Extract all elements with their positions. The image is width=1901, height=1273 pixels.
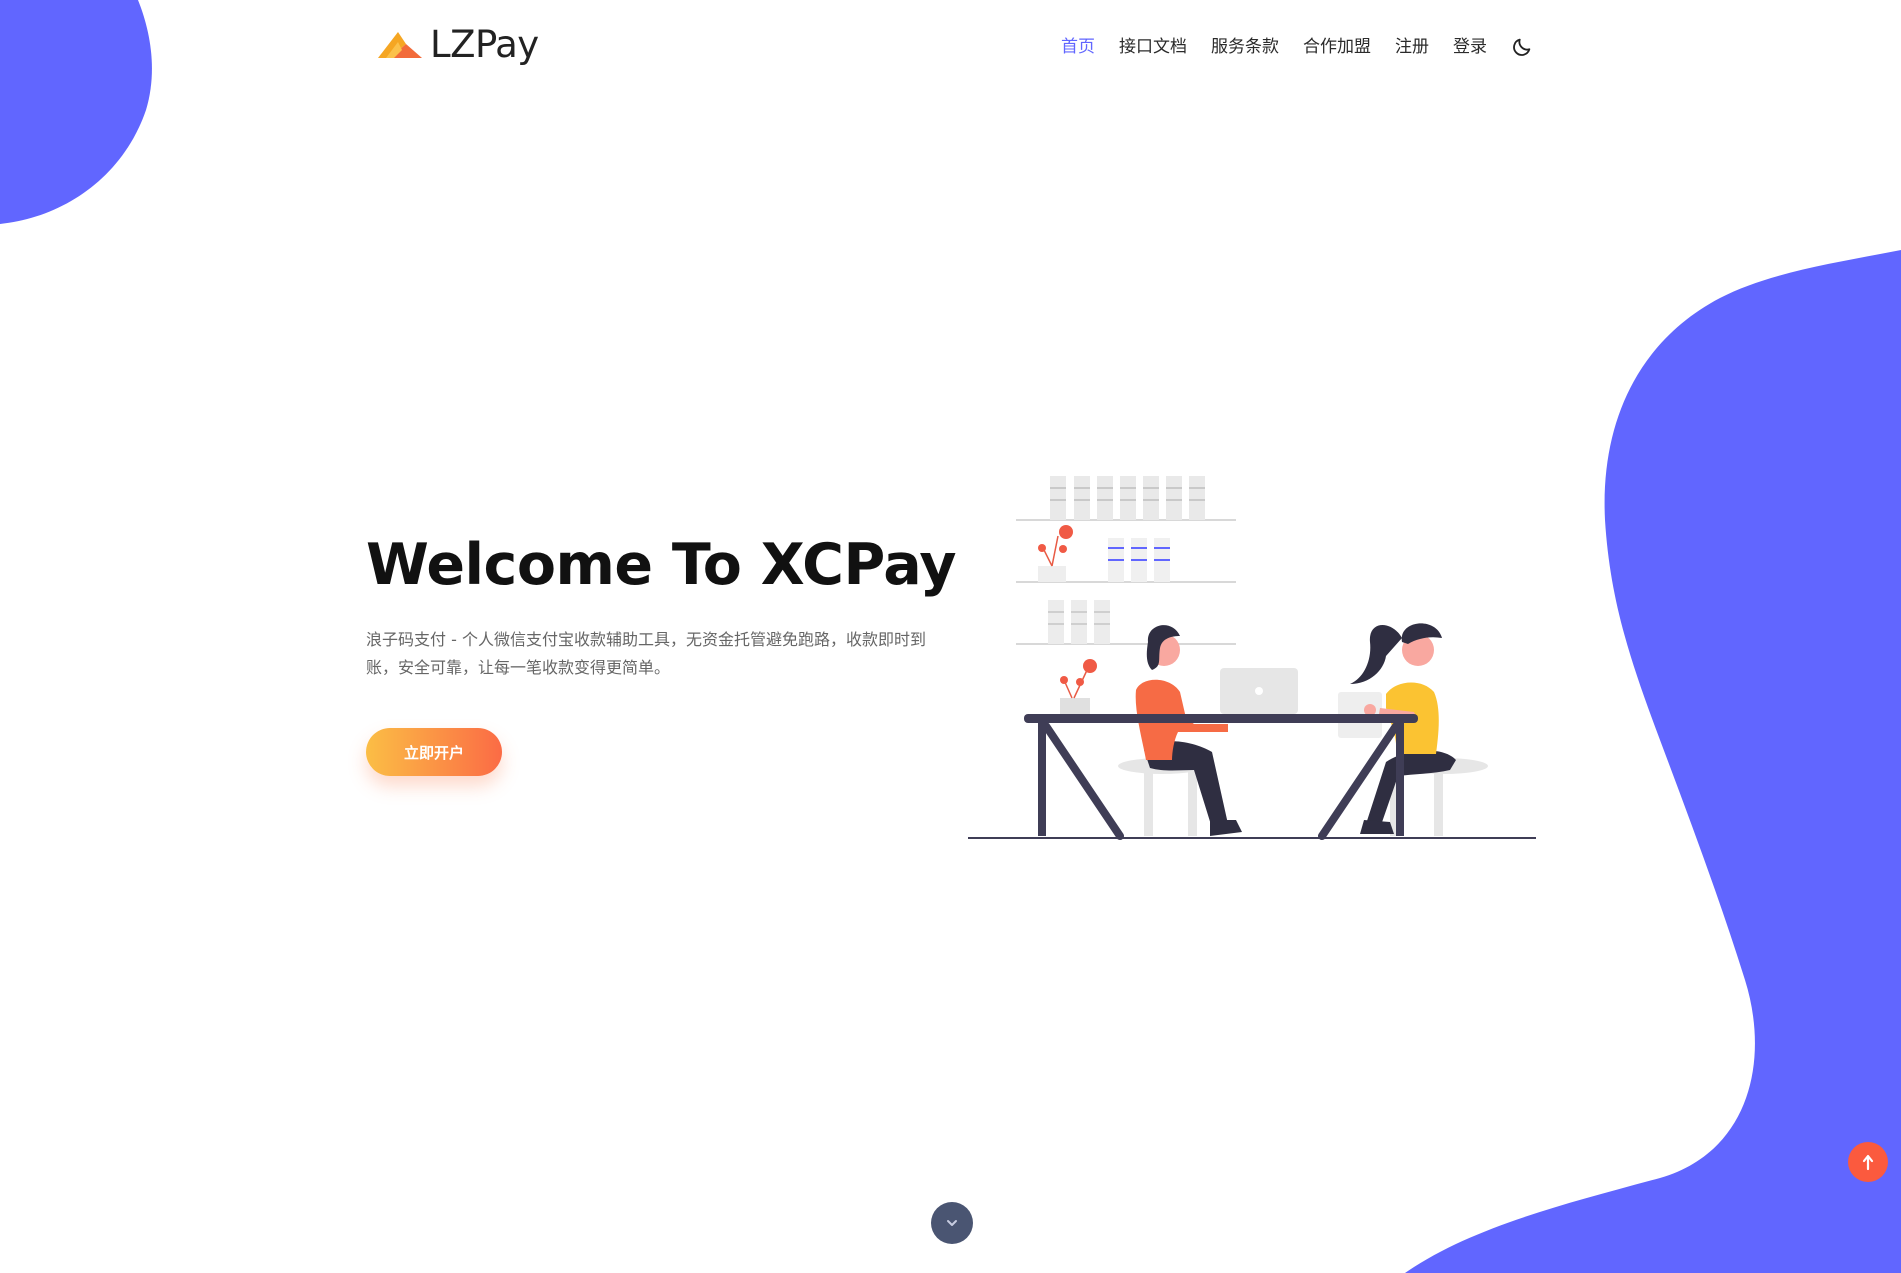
- back-to-top-button[interactable]: [1848, 1142, 1888, 1182]
- page: LZPay 首页 接口文档 服务条款 合作加盟 注册 登录 Welcome To…: [0, 0, 1901, 1273]
- scroll-down-button[interactable]: [931, 1202, 973, 1244]
- nav-api-docs[interactable]: 接口文档: [1119, 32, 1187, 62]
- logo-text: LZPay: [430, 23, 539, 66]
- hero-description: 浪子码支付 - 个人微信支付宝收款辅助工具，无资金托管避免跑路，收款即时到账，安…: [366, 630, 926, 677]
- hero-illustration: [968, 476, 1536, 840]
- nav-partnership[interactable]: 合作加盟: [1303, 32, 1371, 62]
- nav-register[interactable]: 注册: [1395, 32, 1429, 62]
- nav-home[interactable]: 首页: [1061, 32, 1095, 62]
- nav-terms[interactable]: 服务条款: [1211, 32, 1279, 62]
- nav-login[interactable]: 登录: [1453, 32, 1487, 62]
- main-nav: 首页 接口文档 服务条款 合作加盟 注册 登录: [1061, 32, 1535, 62]
- arrow-up-icon: [1862, 1154, 1874, 1171]
- shelves: [1016, 476, 1236, 645]
- open-account-button[interactable]: 立即开户: [366, 728, 502, 776]
- theme-toggle-button[interactable]: [1509, 34, 1535, 60]
- chevron-down-icon: [947, 1220, 957, 1226]
- brand-logo[interactable]: LZPay: [376, 26, 539, 63]
- background-blobs: [0, 0, 1901, 1273]
- hero-title: Welcome To XCPay: [366, 532, 957, 598]
- logo-mark-icon: [378, 31, 422, 58]
- moon-icon: [1513, 38, 1531, 56]
